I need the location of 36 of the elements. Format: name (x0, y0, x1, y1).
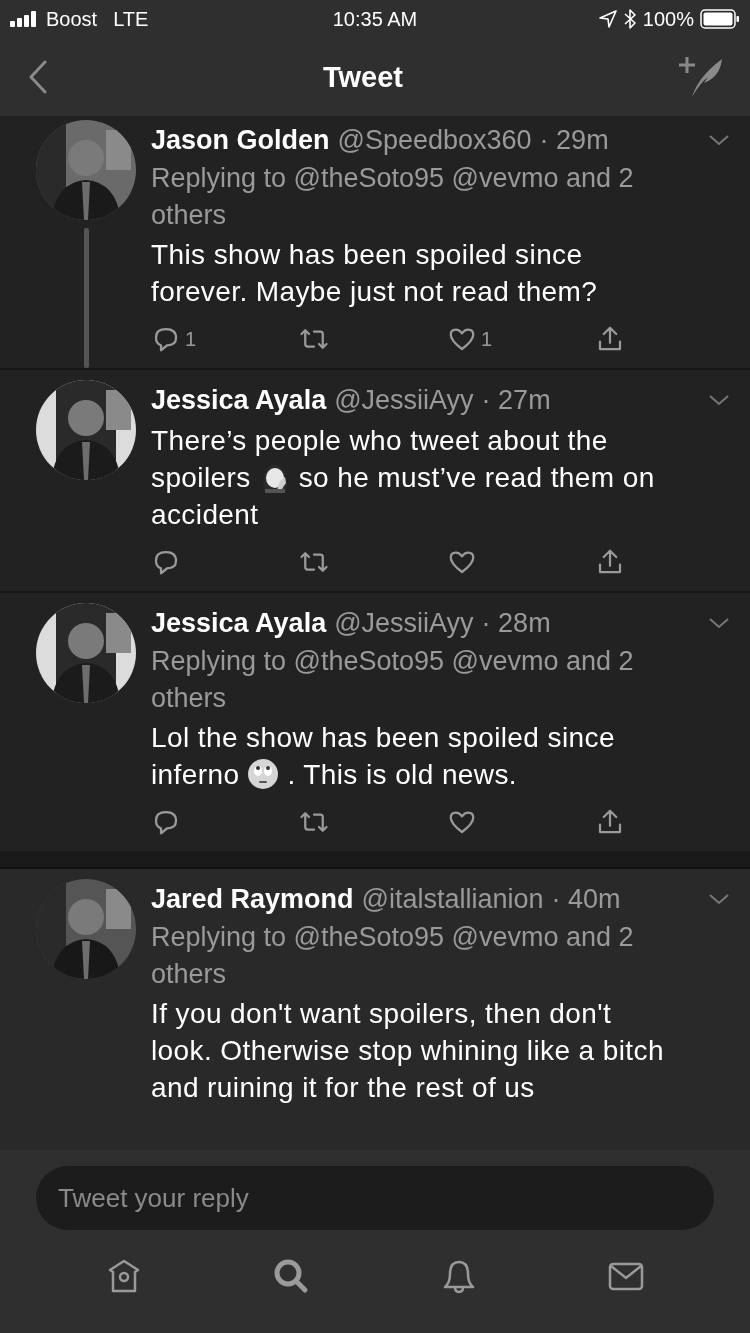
eye-roll-emoji-icon (247, 758, 280, 790)
author-name[interactable]: Jessica Ayala (151, 380, 327, 420)
location-arrow-icon (598, 10, 617, 28)
back-icon[interactable] (28, 60, 48, 94)
chevron-down-icon[interactable] (708, 892, 730, 906)
reply-input[interactable]: Tweet your reply (36, 1166, 714, 1230)
bluetooth-icon (622, 8, 637, 30)
chevron-down-icon[interactable] (708, 393, 730, 407)
author-handle[interactable]: @italstallianion (361, 879, 544, 919)
author-handle[interactable]: @JessiiAyy (334, 380, 474, 420)
tweet-time: · 40m (551, 883, 621, 916)
reply-count: 1 (185, 327, 197, 351)
like-count: 1 (481, 327, 493, 351)
tweet-text: If you don't want spoilers, then don't look. Otherwise stop whining like a bitch and ruining it for the rest of us (151, 997, 665, 1105)
author-name[interactable]: Jason Golden (151, 120, 330, 160)
battery-icon (700, 9, 740, 29)
author-name[interactable]: Jared Raymond (151, 879, 354, 919)
chevron-down-icon[interactable] (708, 133, 730, 147)
network-type: LTE (113, 7, 149, 31)
battery-percent: 100% (642, 7, 694, 31)
tweet-time: · 28m (481, 607, 551, 640)
replying-to-text: Replying to @theSoto95 @vevmo and 2 others (151, 162, 635, 232)
tweet-text: This show has been spoiled since forever. Maybe just not read them? (151, 238, 599, 309)
page-title: Tweet (322, 60, 403, 94)
status-time: 10:35 AM (332, 7, 418, 31)
tweet-time: · 29m (539, 124, 609, 157)
replying-to-text: Replying to @theSoto95 @vevmo and 2 others (151, 921, 635, 991)
author-handle[interactable]: @JessiiAyy (334, 603, 474, 643)
carrier-name: Boost (46, 7, 98, 31)
tweet-text: There’s people who tweet about the spoilers so he must’ve read them on accident (151, 424, 656, 532)
author-name[interactable]: Jessica Ayala (151, 603, 327, 643)
tweet-time: · 27m (481, 384, 551, 417)
author-handle[interactable]: @Speedbox360 (337, 120, 532, 160)
replying-to-text: Replying to @theSoto95 @vevmo and 2 others (151, 645, 635, 715)
tweet-text: Lol the show has been spoiled since inferno . This is old news. (151, 721, 616, 792)
chevron-down-icon[interactable] (708, 616, 730, 630)
